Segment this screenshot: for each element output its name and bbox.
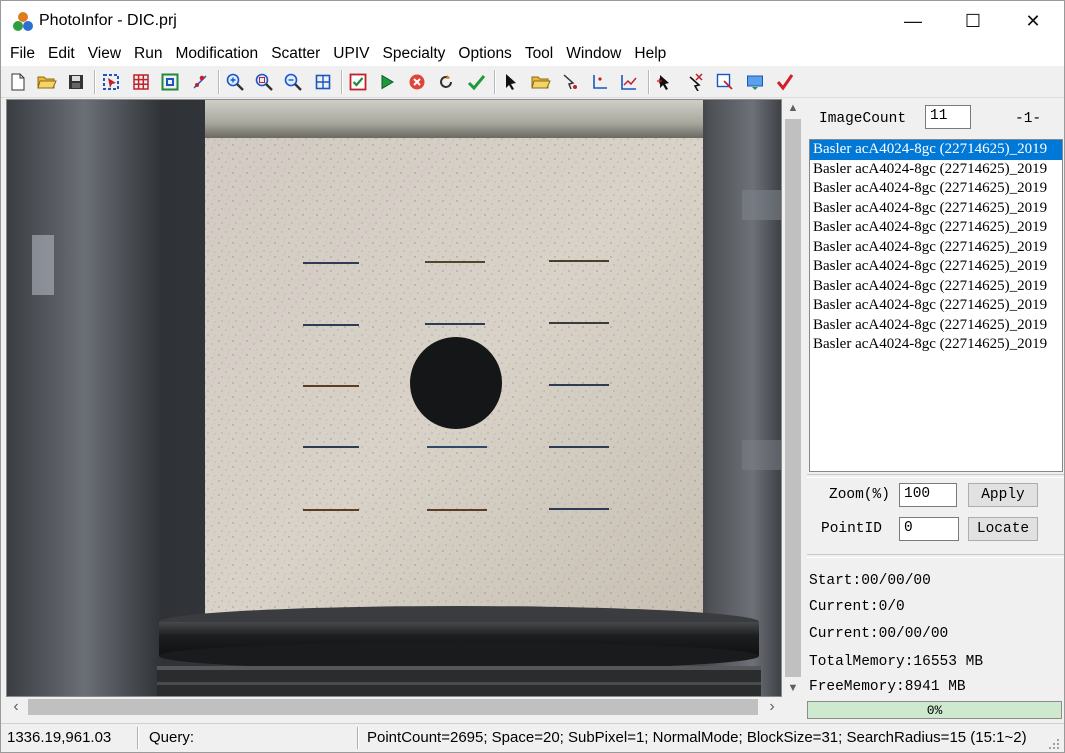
close-icon: ✕ xyxy=(1025,10,1041,31)
export-icon[interactable] xyxy=(714,71,736,93)
menu-window[interactable]: Window xyxy=(559,41,627,66)
menu-bar: File Edit View Run Modification Scatter … xyxy=(1,41,1064,66)
scroll-up-icon[interactable]: ▲ xyxy=(783,99,803,117)
horizontal-scroll-thumb[interactable] xyxy=(28,699,758,715)
list-item[interactable]: Basler acA4024-8gc (22714625)_2019 xyxy=(810,140,1062,160)
scroll-down-icon[interactable]: ▼ xyxy=(783,679,803,697)
list-item[interactable]: Basler acA4024-8gc (22714625)_2019 xyxy=(810,257,1062,277)
image-viewport[interactable] xyxy=(6,99,782,697)
menu-modification[interactable]: Modification xyxy=(168,41,264,66)
cursor-coordinates: 1336.19,961.03 xyxy=(7,729,112,746)
progress-bar: 0% xyxy=(807,701,1062,719)
run-icon[interactable] xyxy=(376,71,398,93)
open-icon[interactable] xyxy=(530,71,552,93)
menu-run[interactable]: Run xyxy=(127,41,168,66)
panel-divider xyxy=(807,474,1064,478)
title-bar: PhotoInfor - DIC.prj — ☐ ✕ xyxy=(1,1,1064,41)
panel-divider xyxy=(807,554,1064,558)
total-memory: TotalMemory:16553 MB xyxy=(809,654,984,670)
vertical-scrollbar[interactable]: ▲ ▼ xyxy=(783,99,803,697)
list-item[interactable]: Basler acA4024-8gc (22714625)_2019 xyxy=(810,316,1062,336)
list-item[interactable]: Basler acA4024-8gc (22714625)_2019 xyxy=(810,277,1062,297)
point-id-field[interactable]: 0 xyxy=(899,517,959,541)
close-button[interactable]: ✕ xyxy=(1003,1,1063,41)
page-indicator: -1- xyxy=(1015,111,1042,127)
tool-icon[interactable] xyxy=(684,71,706,93)
image-count-label: ImageCount xyxy=(819,111,907,127)
list-item[interactable]: Basler acA4024-8gc (22714625)_2019 xyxy=(810,218,1062,238)
select-region-icon[interactable] xyxy=(100,71,122,93)
status-bar: 1336.19,961.03 Query: PointCount=2695; S… xyxy=(1,723,1064,752)
menu-scatter[interactable]: Scatter xyxy=(264,41,326,66)
zoom-in-icon[interactable] xyxy=(224,71,246,93)
apply-button[interactable]: Apply xyxy=(968,483,1038,507)
menu-view[interactable]: View xyxy=(81,41,127,66)
zoom-field[interactable]: 100 xyxy=(899,483,957,507)
maximize-button[interactable]: ☐ xyxy=(943,1,1003,41)
menu-edit[interactable]: Edit xyxy=(41,41,81,66)
open-folder-icon[interactable] xyxy=(36,71,58,93)
start-time: Start:00/00/00 xyxy=(809,573,931,589)
axis-icon[interactable] xyxy=(589,71,611,93)
check-box-icon[interactable] xyxy=(347,71,369,93)
red-check-icon[interactable] xyxy=(774,71,796,93)
analysis-parameters: PointCount=2695; Space=20; SubPixel=1; N… xyxy=(367,729,1027,746)
app-icon xyxy=(13,12,33,31)
image-list[interactable]: Basler acA4024-8gc (22714625)_2019 Basle… xyxy=(809,139,1063,472)
vector-icon[interactable] xyxy=(559,71,581,93)
query-label: Query: xyxy=(149,729,195,746)
point-icon[interactable] xyxy=(189,71,211,93)
locate-button[interactable]: Locate xyxy=(968,517,1038,541)
list-item[interactable]: Basler acA4024-8gc (22714625)_2019 xyxy=(810,335,1062,355)
cursor-icon[interactable] xyxy=(654,71,676,93)
scroll-right-icon[interactable]: › xyxy=(762,697,782,717)
stop-icon[interactable] xyxy=(406,71,428,93)
free-memory: FreeMemory:8941 MB xyxy=(809,679,966,695)
maximize-icon: ☐ xyxy=(964,10,982,31)
zoom-region-icon[interactable] xyxy=(253,71,275,93)
fit-frame-icon[interactable] xyxy=(159,71,181,93)
list-item[interactable]: Basler acA4024-8gc (22714625)_2019 xyxy=(810,238,1062,258)
menu-tool[interactable]: Tool xyxy=(518,41,559,66)
list-item[interactable]: Basler acA4024-8gc (22714625)_2019 xyxy=(810,199,1062,219)
refresh-icon[interactable] xyxy=(435,71,457,93)
grid-icon[interactable] xyxy=(130,71,152,93)
image-count-field[interactable]: 11 xyxy=(925,105,971,129)
menu-options[interactable]: Options xyxy=(451,41,517,66)
window-title: PhotoInfor - DIC.prj xyxy=(39,12,177,29)
new-file-icon[interactable] xyxy=(7,71,29,93)
list-item[interactable]: Basler acA4024-8gc (22714625)_2019 xyxy=(810,179,1062,199)
save-icon[interactable] xyxy=(65,71,87,93)
menu-help[interactable]: Help xyxy=(627,41,672,66)
list-item[interactable]: Basler acA4024-8gc (22714625)_2019 xyxy=(810,160,1062,180)
point-id-label: PointID xyxy=(821,521,882,537)
minimize-icon: — xyxy=(904,10,922,31)
chart-icon[interactable] xyxy=(618,71,640,93)
menu-upiv[interactable]: UPIV xyxy=(326,41,375,66)
pointer-icon[interactable] xyxy=(500,71,522,93)
report-icon[interactable] xyxy=(744,71,766,93)
confirm-icon[interactable] xyxy=(465,71,487,93)
menu-file[interactable]: File xyxy=(1,41,41,66)
zoom-fit-icon[interactable] xyxy=(312,71,334,93)
resize-grip-icon[interactable] xyxy=(1048,738,1060,750)
scroll-left-icon[interactable]: ‹ xyxy=(6,697,26,717)
zoom-label: Zoom(%) xyxy=(829,487,890,503)
zoom-out-icon[interactable] xyxy=(282,71,304,93)
app-window: PhotoInfor - DIC.prj — ☐ ✕ File Edit Vie… xyxy=(0,0,1065,753)
horizontal-scrollbar[interactable]: ‹ › xyxy=(6,697,782,717)
vertical-scroll-thumb[interactable] xyxy=(785,119,801,677)
current-count: Current:0/0 xyxy=(809,599,905,615)
toolbar xyxy=(1,66,1064,98)
menu-specialty[interactable]: Specialty xyxy=(375,41,451,66)
specimen-photo xyxy=(7,100,781,696)
side-panel: ImageCount 11 -1- Basler acA4024-8gc (22… xyxy=(807,99,1064,721)
current-time: Current:00/00/00 xyxy=(809,626,949,642)
minimize-button[interactable]: — xyxy=(883,1,943,41)
list-item[interactable]: Basler acA4024-8gc (22714625)_2019 xyxy=(810,296,1062,316)
